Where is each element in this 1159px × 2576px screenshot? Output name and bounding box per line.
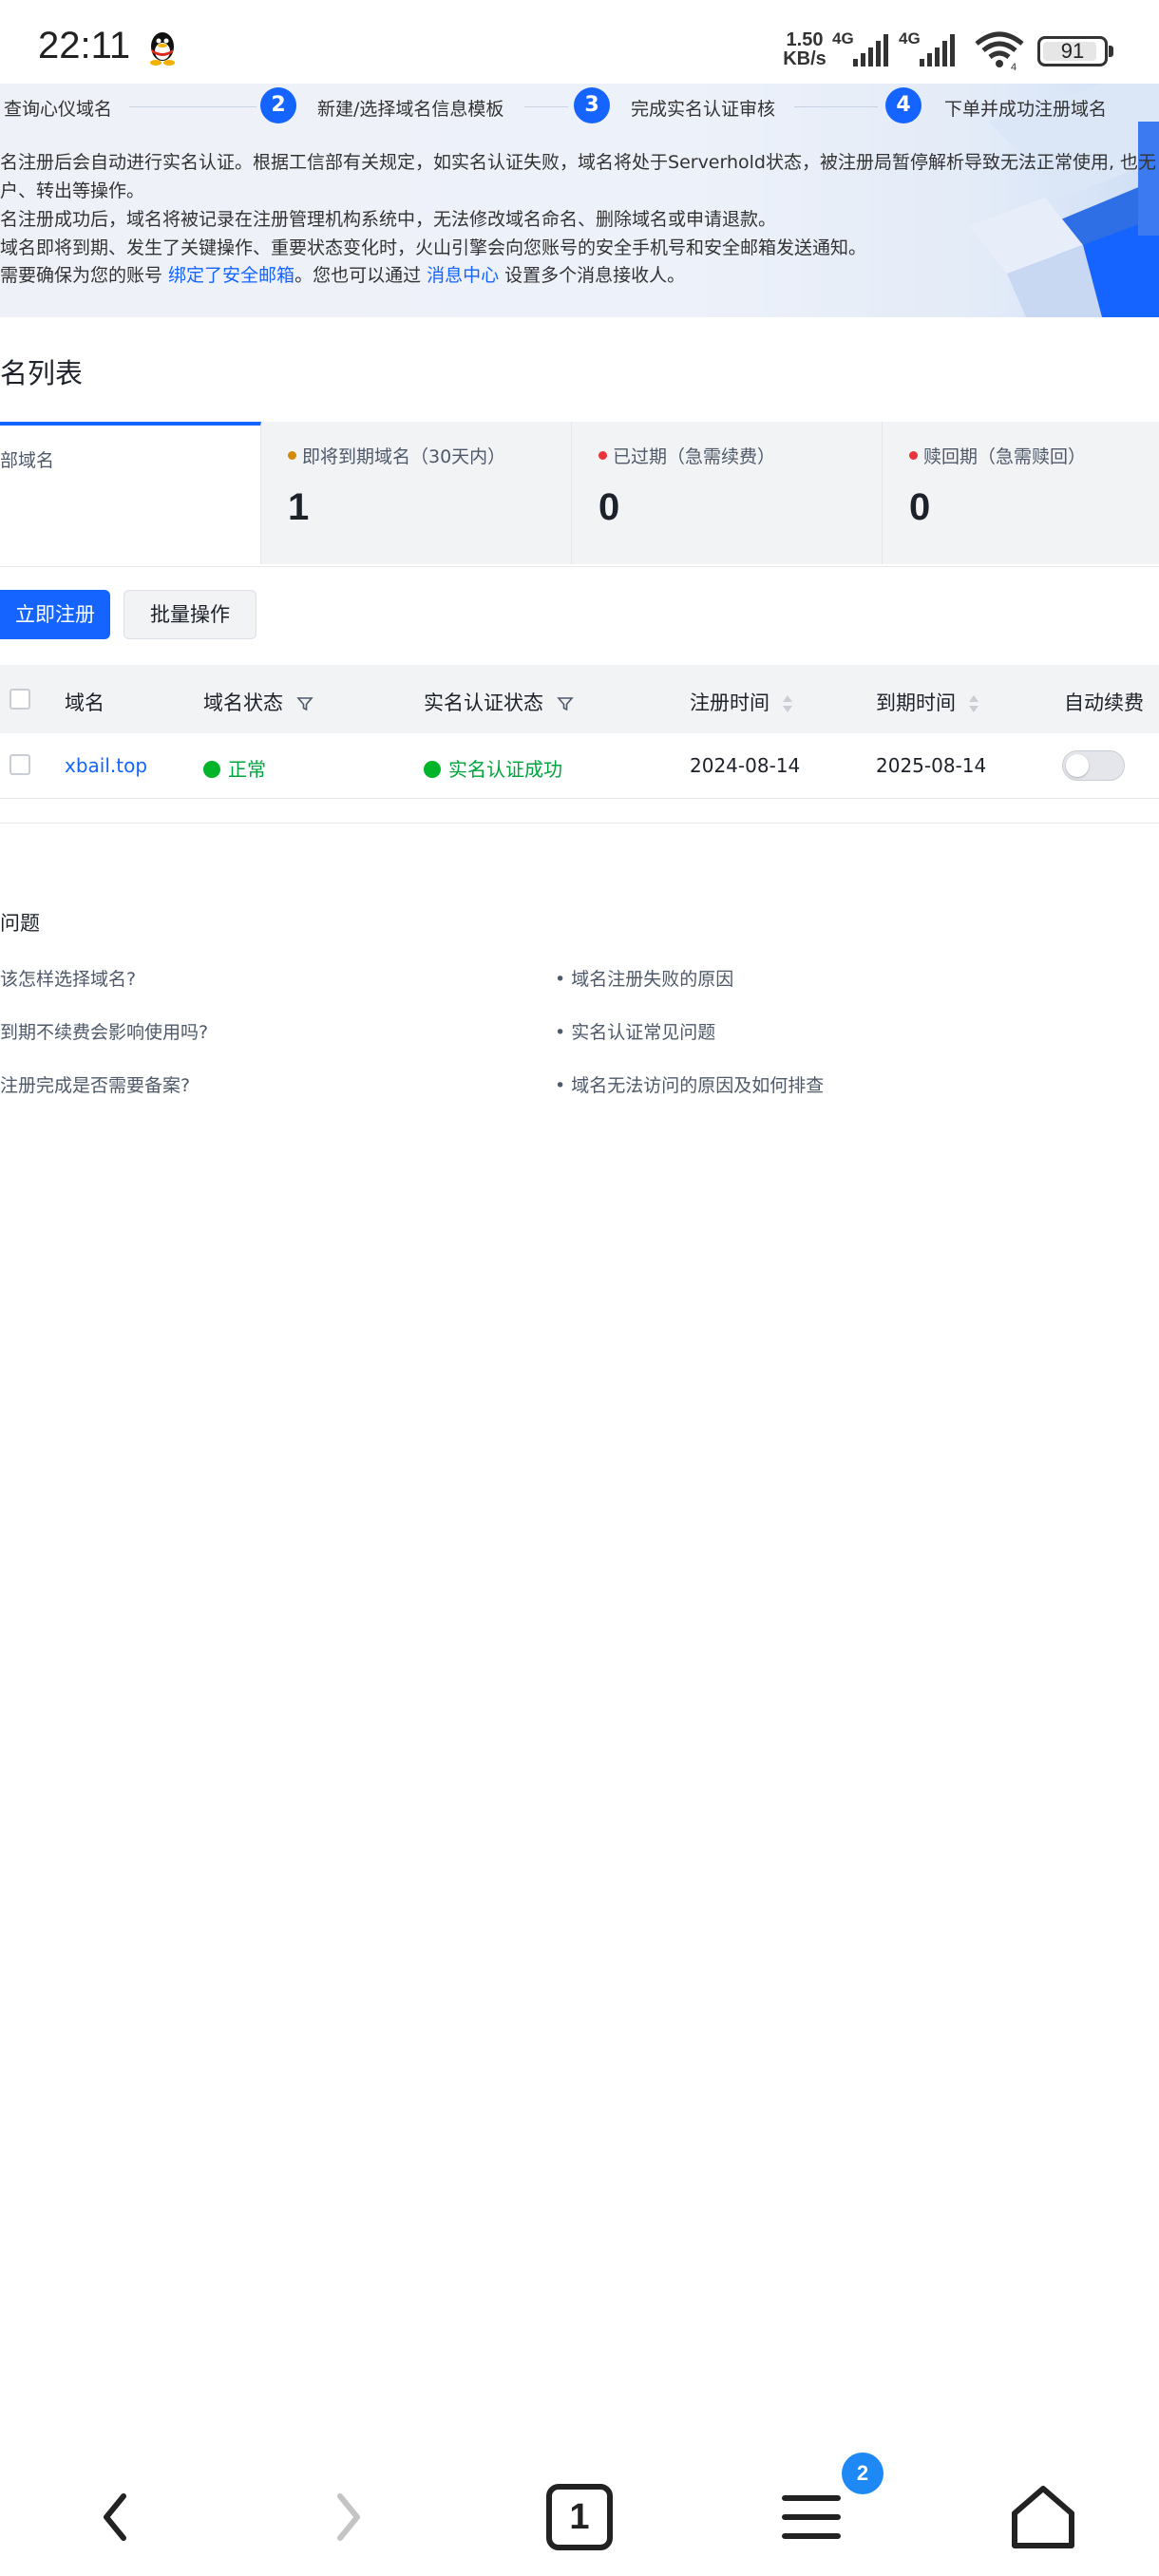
domain-list-title: 名列表 xyxy=(0,357,84,389)
batch-operation-button[interactable]: 批量操作 xyxy=(124,590,256,639)
notice-line-1: 名注册后会自动进行实名认证。根据工信部有关规定，如实名认证失败，域名将处于Ser… xyxy=(0,152,1157,173)
warning-dot-icon xyxy=(288,451,296,460)
check-circle-icon xyxy=(424,760,441,778)
svg-text:4: 4 xyxy=(1011,62,1016,72)
domain-status-cell: 正常 xyxy=(203,754,266,782)
menu-badge: 2 xyxy=(842,2453,884,2494)
back-arrow-icon[interactable] xyxy=(78,2479,154,2555)
guide-banner: 查询心仪域名 2 新建/选择域名信息模板 3 完成实名认证审核 4 下单并成功注… xyxy=(0,84,1159,317)
tabs-button[interactable]: 1 xyxy=(542,2479,618,2555)
step-1-label: 查询心仪域名 xyxy=(4,99,113,120)
card-count: 1 xyxy=(288,486,310,528)
status-bar: 22:11 1.50 KB/s 4G 4G 4 91 xyxy=(0,0,1159,84)
step-connector xyxy=(129,106,256,107)
step-connector xyxy=(524,106,568,107)
register-now-button[interactable]: 立即注册 xyxy=(0,590,110,639)
header-auto-renew: 自动续费 xyxy=(1064,691,1144,714)
svg-text:4G: 4G xyxy=(832,29,854,47)
table-row: xbail.top 正常 实名认证成功 2024-08-14 2025-08-1… xyxy=(0,733,1159,799)
card-expired[interactable]: 已过期（急需续费） 0 xyxy=(572,422,883,564)
notice-line-2: 户、转出等操作。 xyxy=(0,180,145,201)
wifi-icon: 4 xyxy=(975,31,1024,72)
summary-cards: 部域名 即将到期域名（30天内） 1 已过期（急需续费） 0 赎回期（急需赎回）… xyxy=(0,422,1159,567)
header-reg-time[interactable]: 注册时间 xyxy=(690,688,794,716)
cellular-signal-icon: 4G xyxy=(832,29,888,66)
step-2-number: 2 xyxy=(260,87,296,123)
header-domain: 域名 xyxy=(65,691,104,714)
sort-icon[interactable] xyxy=(781,693,794,714)
check-circle-icon xyxy=(203,760,220,778)
auto-renew-toggle[interactable] xyxy=(1062,750,1125,781)
network-speed: 1.50 KB/s xyxy=(783,29,826,69)
header-domain-status[interactable]: 域名状态 xyxy=(203,688,314,716)
faq-link[interactable]: 到期不续费会影响使用吗? xyxy=(0,1018,208,1044)
browser-bottom-nav: 1 xyxy=(0,2432,1159,2576)
header-exp-time[interactable]: 到期时间 xyxy=(876,688,980,716)
battery-icon: 91 xyxy=(1037,36,1108,66)
domain-link[interactable]: xbail.top xyxy=(65,754,147,777)
card-label: 即将到期域名（30天内） xyxy=(288,443,505,468)
card-redemption[interactable]: 赎回期（急需赎回） 0 xyxy=(883,422,1159,564)
filter-icon[interactable] xyxy=(296,695,314,712)
message-center-link[interactable]: 消息中心 xyxy=(427,265,499,286)
table-header: 域名 域名状态 实名认证状态 注册时间 到期时间 自动续费 xyxy=(0,665,1159,733)
faq-title: 问题 xyxy=(0,912,40,935)
faq-link[interactable]: • 域名无法访问的原因及如何排查 xyxy=(555,1071,824,1097)
row-checkbox[interactable] xyxy=(10,754,30,775)
card-count: 0 xyxy=(598,486,620,528)
danger-dot-icon xyxy=(909,451,918,460)
menu-icon[interactable] xyxy=(773,2479,849,2555)
card-expiring-soon[interactable]: 即将到期域名（30天内） 1 xyxy=(261,422,572,564)
faq-link[interactable]: • 实名认证常见问题 xyxy=(555,1018,715,1044)
qq-penguin-icon xyxy=(150,32,175,66)
step-connector xyxy=(794,106,878,107)
cellular-signal-2-icon: 4G xyxy=(899,29,955,66)
faq-link[interactable]: • 域名注册失败的原因 xyxy=(555,965,733,991)
notice-line-3: 名注册成功后，域名将被记录在注册管理机构系统中，无法修改域名命名、删除域名或申请… xyxy=(0,209,777,230)
forward-arrow-icon[interactable] xyxy=(310,2479,386,2555)
step-3-number: 3 xyxy=(574,87,610,123)
card-label: 赎回期（急需赎回） xyxy=(909,443,1086,468)
sort-icon[interactable] xyxy=(967,693,980,714)
registration-steps: 查询心仪域名 2 新建/选择域名信息模板 3 完成实名认证审核 4 下单并成功注… xyxy=(0,84,1159,129)
exp-time-cell: 2025-08-14 xyxy=(876,754,987,777)
filter-icon[interactable] xyxy=(557,695,574,712)
header-verify-status[interactable]: 实名认证状态 xyxy=(424,688,574,716)
card-all-domains[interactable]: 部域名 xyxy=(0,422,261,564)
divider xyxy=(0,823,1159,824)
bind-email-link[interactable]: 绑定了安全邮箱 xyxy=(168,265,294,286)
notice-line-5: 需要确保为您的账号 绑定了安全邮箱。您也可以通过 消息中心 设置多个消息接收人。 xyxy=(0,261,685,287)
step-4-label: 下单并成功注册域名 xyxy=(944,99,1108,120)
faq-link[interactable]: 该怎样选择域名? xyxy=(0,965,136,991)
notice-text: 需要确保为您的账号 xyxy=(0,265,169,286)
battery-level: 91 xyxy=(1060,39,1085,63)
toggle-knob xyxy=(1066,754,1089,777)
faq-link[interactable]: 注册完成是否需要备案? xyxy=(0,1071,190,1097)
notice-text: 。您也可以通过 xyxy=(294,265,428,286)
card-label: 部域名 xyxy=(0,450,55,471)
tabs-count: 1 xyxy=(569,2497,590,2537)
select-all-checkbox[interactable] xyxy=(10,689,30,710)
notice-text: 设置多个消息接收人。 xyxy=(499,265,686,286)
step-3-label: 完成实名认证审核 xyxy=(631,99,776,120)
status-time: 22:11 xyxy=(38,25,131,66)
reg-time-cell: 2024-08-14 xyxy=(690,754,801,777)
battery-tip xyxy=(1109,46,1113,57)
card-count: 0 xyxy=(909,486,931,528)
danger-dot-icon xyxy=(598,451,607,460)
verify-status-cell: 实名认证成功 xyxy=(424,754,562,782)
step-2-label: 新建/选择域名信息模板 xyxy=(317,99,504,120)
card-label: 已过期（急需续费） xyxy=(598,443,775,468)
home-icon[interactable] xyxy=(1005,2479,1081,2555)
step-4-number: 4 xyxy=(885,87,922,123)
svg-text:4G: 4G xyxy=(899,29,921,47)
notice-line-4: 域名即将到期、发生了关键操作、重要状态变化时，火山引擎会向您账号的安全手机号和安… xyxy=(0,237,867,258)
